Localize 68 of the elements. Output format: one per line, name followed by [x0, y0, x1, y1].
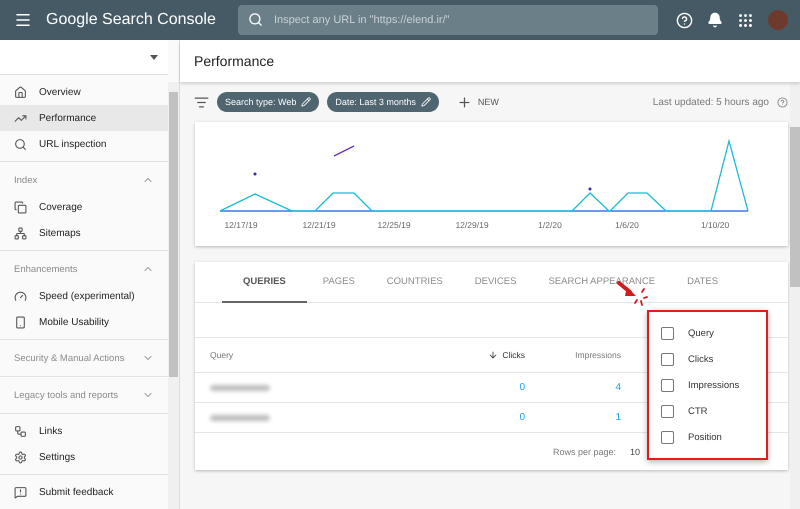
table-cell-text: 4	[614, 382, 621, 393]
sidebar-item[interactable]: Submit feedback	[0, 479, 168, 505]
feedback-icon	[14, 486, 27, 498]
settings-icon	[14, 450, 27, 464]
search-icon	[14, 138, 27, 150]
caret-icon	[150, 54, 158, 60]
sort-arrow-icon	[488, 350, 498, 360]
axis-label: 12/17/19	[224, 220, 258, 230]
checkbox[interactable]	[661, 430, 674, 444]
axis-label: 1/10/20	[700, 220, 730, 230]
checkbox[interactable]	[661, 352, 674, 366]
menu-item[interactable]: Query	[661, 320, 766, 346]
tree-icon	[14, 226, 27, 240]
phone-icon	[14, 316, 27, 328]
search-icon	[248, 12, 263, 27]
sidebar-item[interactable]: Links	[0, 418, 168, 444]
last-updated-text: Last updated: 5 hours ago	[652, 96, 769, 108]
sidebar-item[interactable]: Sitemaps	[0, 220, 168, 246]
sidebar-item[interactable]: Overview	[0, 79, 168, 105]
checkbox[interactable]	[661, 326, 674, 340]
sidebar-item[interactable]: Mobile Usability	[0, 309, 168, 335]
filter-chip[interactable]: Search type: Web	[217, 92, 320, 112]
help-icon[interactable]	[777, 96, 788, 108]
page-title: Performance	[194, 53, 274, 69]
menu-item[interactable]: Position	[661, 424, 766, 450]
new-filter-button[interactable]: NEW	[450, 94, 505, 110]
checkbox[interactable]	[661, 378, 674, 392]
scrollbar[interactable]	[790, 82, 800, 509]
table-cell-text: 0	[518, 382, 525, 393]
filter-chip[interactable]: Date: Last 3 months	[327, 92, 439, 112]
network-icon	[14, 424, 27, 438]
sidebar-item[interactable]: URL inspection	[0, 131, 168, 157]
checkbox[interactable]	[661, 404, 674, 418]
column-header[interactable]: Query	[210, 350, 445, 360]
axis-label: 12/25/19	[377, 220, 411, 230]
column-header[interactable]: Impressions	[525, 350, 621, 360]
menu-item[interactable]: Impressions	[661, 372, 766, 398]
url-search-field[interactable]: Inspect any URL in "https://elend.ir/"	[238, 5, 658, 35]
scrollbar[interactable]	[168, 82, 179, 509]
axis-label: 12/29/19	[455, 220, 489, 230]
blurred-text	[210, 384, 270, 390]
menu-item[interactable]: CTR	[661, 398, 766, 424]
axis-label: 1/2/20	[538, 220, 562, 230]
filter-icon[interactable]	[194, 94, 209, 110]
blurred-text	[210, 414, 270, 420]
sidebar-item[interactable]: Coverage	[0, 194, 168, 220]
sidebar-item[interactable]: Performance	[0, 105, 168, 131]
home-icon	[14, 86, 27, 98]
column-header[interactable]: Clicks	[445, 350, 525, 360]
plus-icon	[456, 94, 472, 110]
table-cell-text: 0	[518, 412, 525, 423]
sidebar-item[interactable]: Speed (experimental)	[0, 283, 168, 309]
menu-item[interactable]: Clicks	[661, 346, 766, 372]
rows-per-page-select[interactable]: 10	[630, 446, 640, 456]
app-title: Google Search Console	[46, 11, 217, 29]
pencil-icon	[301, 97, 312, 107]
sidebar-item[interactable]: Settings	[0, 444, 168, 470]
apps-grid-icon[interactable]	[737, 12, 754, 28]
copy-icon	[14, 200, 27, 214]
gauge-icon	[14, 290, 27, 302]
axis-label: 12/21/19	[302, 220, 336, 230]
menu-icon[interactable]	[14, 11, 32, 29]
table-cell-text: 1	[614, 412, 621, 423]
axis-label: 1/6/20	[615, 220, 639, 230]
tab[interactable]: QUERIES	[222, 262, 307, 303]
rows-per-page-label: Rows per page:	[553, 446, 616, 456]
pencil-icon	[420, 97, 431, 107]
bell-icon[interactable]	[707, 12, 723, 28]
